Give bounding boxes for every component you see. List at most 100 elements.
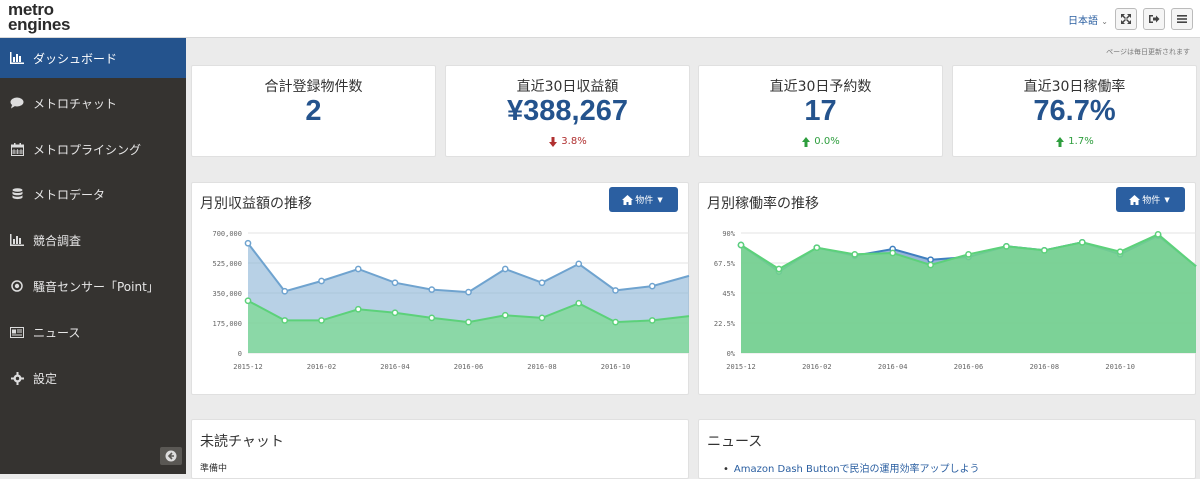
x-tick-label: 2016-02 xyxy=(307,363,337,371)
arrow-up-icon xyxy=(1056,136,1065,147)
data-point[interactable] xyxy=(318,277,325,285)
x-tick-label: 2016-02 xyxy=(802,363,832,371)
y-tick-label: 45% xyxy=(722,290,735,298)
data-point[interactable] xyxy=(775,265,783,273)
language-selector[interactable]: 日本語 ⌄ xyxy=(1068,12,1108,27)
stat-value: 17 xyxy=(804,95,837,127)
y-tick-label: 350,000 xyxy=(212,290,242,298)
data-point[interactable] xyxy=(318,317,325,324)
data-point[interactable] xyxy=(501,311,509,319)
menu-icon xyxy=(1177,15,1187,23)
data-point[interactable] xyxy=(612,318,619,326)
database-icon xyxy=(9,187,25,201)
language-label: 日本語 xyxy=(1068,16,1098,27)
data-point[interactable] xyxy=(575,260,583,268)
bullet-icon: • xyxy=(723,464,729,475)
occupancy-chart-panel: 月別稼働率の推移 物件 ▼ 90% 67.5% 45% 22.5% 0% 2015-12 2… xyxy=(698,182,1197,395)
panel-title: 未読チャット xyxy=(200,434,284,450)
data-point[interactable] xyxy=(538,279,546,287)
fullscreen-button[interactable] xyxy=(1115,8,1137,30)
data-point[interactable] xyxy=(1078,238,1086,246)
data-point[interactable] xyxy=(281,317,289,324)
data-point[interactable] xyxy=(428,314,436,322)
x-tick-label: 2016-04 xyxy=(380,363,410,371)
sidebar-item-metro-chat[interactable]: メトロチャット xyxy=(0,83,186,123)
collapse-sidebar-button[interactable] xyxy=(160,447,182,465)
sidebar-item-label: メトロプライシング xyxy=(33,142,142,157)
data-point[interactable] xyxy=(612,287,619,294)
data-point[interactable] xyxy=(648,282,656,290)
sidebar-item-settings[interactable]: 設定 xyxy=(0,358,186,398)
sidebar-item-label: メトロデータ xyxy=(33,187,106,202)
stat-card-occupancy: 直近30日稼働率 76.7% 1.7% xyxy=(952,65,1197,157)
x-tick-label: 2016-06 xyxy=(454,363,484,371)
unread-chat-status: 準備中 xyxy=(200,464,228,474)
data-point[interactable] xyxy=(354,265,362,273)
data-point[interactable] xyxy=(965,250,972,258)
data-point[interactable] xyxy=(851,250,859,258)
data-point[interactable] xyxy=(575,299,583,307)
calendar-icon xyxy=(9,142,25,156)
data-point[interactable] xyxy=(1154,230,1162,238)
stat-change-value: 0.0% xyxy=(814,136,840,147)
sidebar: ダッシュボード メトロチャット メトロプライシング メトロデータ 競合調査 騒音… xyxy=(0,38,186,474)
y-tick-label: 0% xyxy=(727,350,736,358)
data-point[interactable] xyxy=(465,288,472,296)
data-point[interactable] xyxy=(538,314,546,322)
data-point[interactable] xyxy=(354,305,362,313)
stat-card-revenue: 直近30日収益額 ¥388,267 3.8% xyxy=(445,65,690,157)
menu-button[interactable] xyxy=(1171,8,1193,30)
x-tick-label: 2016-10 xyxy=(601,363,631,371)
x-tick-label: 2016-08 xyxy=(527,363,557,371)
stat-label: 直近30日稼働率 xyxy=(1023,79,1126,95)
x-tick-label: 2016-10 xyxy=(1105,363,1135,371)
arrow-up-icon xyxy=(802,136,811,147)
news-link[interactable]: Amazon Dash Buttonで民泊の運用効率アップしよう xyxy=(734,464,980,475)
data-point[interactable] xyxy=(1003,242,1010,250)
arrow-down-icon xyxy=(549,136,558,147)
logo[interactable]: metro engines xyxy=(8,1,71,34)
x-tick-label: 2015-12 xyxy=(233,363,263,371)
data-point[interactable] xyxy=(927,256,934,264)
data-point[interactable] xyxy=(391,309,399,317)
chat-icon xyxy=(9,96,25,110)
sidebar-item-dashboard[interactable]: ダッシュボード xyxy=(0,38,186,78)
sidebar-item-metro-pricing[interactable]: メトロプライシング xyxy=(0,129,186,169)
data-point[interactable] xyxy=(244,239,252,247)
data-point[interactable] xyxy=(889,249,897,257)
x-tick-label: 2016-06 xyxy=(954,363,984,371)
data-point[interactable] xyxy=(281,287,289,295)
data-point[interactable] xyxy=(501,265,509,273)
sidebar-item-competitor-research[interactable]: 競合調査 xyxy=(0,220,186,260)
logout-button[interactable] xyxy=(1143,8,1165,30)
sidebar-item-label: ダッシュボード xyxy=(33,51,118,66)
data-point[interactable] xyxy=(1040,246,1048,254)
stat-label: 直近30日予約数 xyxy=(769,79,872,95)
data-point[interactable] xyxy=(813,244,821,252)
stat-card-bookings: 直近30日予約数 17 0.0% xyxy=(698,65,943,157)
sidebar-item-noise-sensor[interactable]: 騒音センサー「Point」 xyxy=(0,266,186,306)
stat-card-total-properties: 合計登録物件数 2 xyxy=(191,65,436,157)
newspaper-icon xyxy=(9,325,25,339)
data-point[interactable] xyxy=(737,241,745,249)
data-point[interactable] xyxy=(927,261,934,269)
occupancy-area-chart: 90% 67.5% 45% 22.5% 0% 2015-12 2016-02 2016-04 2… xyxy=(714,230,1197,371)
sidebar-item-metro-data[interactable]: メトロデータ xyxy=(0,174,186,214)
sidebar-item-news[interactable]: ニュース xyxy=(0,312,186,352)
data-point[interactable] xyxy=(648,317,656,324)
top-bar: metro engines 日本語 ⌄ xyxy=(0,0,1200,38)
y-tick-label: 22.5% xyxy=(714,320,736,328)
panel-title: ニュース xyxy=(707,434,763,450)
stat-change-value: 1.7% xyxy=(1068,136,1094,147)
data-point[interactable] xyxy=(391,279,399,287)
logo-line2: engines xyxy=(8,15,71,34)
data-point[interactable] xyxy=(428,286,436,293)
stat-change: 3.8% xyxy=(446,136,689,147)
y-tick-label: 525,000 xyxy=(212,260,242,268)
data-point[interactable] xyxy=(244,297,252,305)
data-point[interactable] xyxy=(1116,248,1124,256)
y-tick-label: 67.5% xyxy=(714,260,736,268)
y-tick-label: 700,000 xyxy=(212,230,242,238)
data-point[interactable] xyxy=(465,318,472,326)
logout-icon xyxy=(1149,15,1160,23)
